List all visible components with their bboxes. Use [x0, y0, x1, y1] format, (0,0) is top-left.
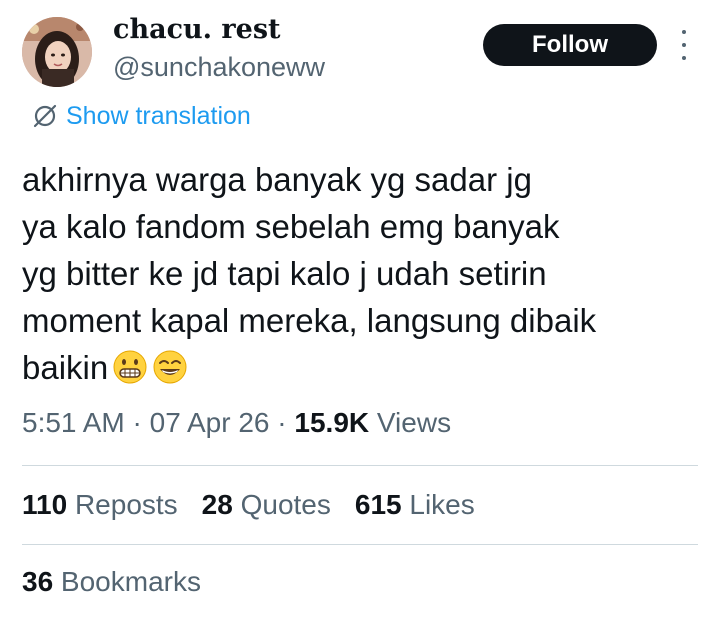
reposts-count: 110: [22, 489, 68, 520]
quotes-label: Quotes: [232, 489, 331, 520]
grinning-squinting-face-emoji: [153, 350, 187, 384]
divider: [22, 465, 698, 466]
tweet-time[interactable]: 5:51 AM: [22, 407, 125, 438]
meta-separator: ·: [269, 407, 295, 438]
tweet-line: ya kalo fandom sebelah emg banyak: [22, 208, 560, 245]
more-dot-icon: [682, 43, 686, 47]
author-handle[interactable]: @sunchakoneww: [113, 52, 325, 83]
quotes-count: 28: [201, 489, 233, 520]
follow-button[interactable]: Follow: [483, 24, 657, 66]
tweet-text: akhirnya warga banyak yg sadar jg ya kal…: [22, 156, 702, 391]
more-options-button[interactable]: [674, 30, 694, 60]
reposts-label: Reposts: [67, 489, 178, 520]
bookmarks-stat[interactable]: 36 Bookmarks: [22, 566, 201, 598]
tweet-line-last: baikin: [22, 344, 702, 391]
author-display-name[interactable]: chacu. rest: [113, 14, 281, 45]
avatar[interactable]: [22, 17, 92, 87]
divider: [22, 544, 698, 545]
tweet-line: akhirnya warga banyak yg sadar jg: [22, 161, 532, 198]
tweet-line: yg bitter ke jd tapi kalo j udah setirin: [22, 255, 547, 292]
quotes-stat[interactable]: 28 Quotes: [202, 489, 331, 521]
tweet-line: moment kapal mereka, langsung dibaik: [22, 302, 597, 339]
more-dot-icon: [682, 30, 686, 34]
tweet-date[interactable]: 07 Apr 26: [150, 407, 270, 438]
meta-separator: ·: [124, 407, 150, 438]
views-label: Views: [369, 407, 452, 438]
likes-stat[interactable]: 615 Likes: [355, 489, 475, 521]
likes-label: Likes: [401, 489, 475, 520]
likes-count: 615: [354, 489, 402, 520]
grimacing-face-emoji: [113, 350, 147, 384]
avatar-image: [22, 17, 92, 87]
show-translation-label: Show translation: [66, 101, 251, 130]
translate-icon: [33, 104, 57, 128]
bookmarks-count: 36: [22, 566, 54, 597]
show-translation-link[interactable]: Show translation: [32, 101, 251, 131]
tweet-line: baikin: [22, 349, 109, 386]
more-dot-icon: [682, 56, 686, 60]
tweet-meta: 5:51 AM · 07 Apr 26 · 15.9K Views: [22, 407, 451, 439]
engagement-stats: 110 Reposts 28 Quotes 615 Likes: [22, 489, 499, 521]
views-count: 15.9K: [294, 407, 370, 438]
reposts-stat[interactable]: 110 Reposts: [22, 489, 178, 521]
bookmarks-label: Bookmarks: [53, 566, 201, 597]
